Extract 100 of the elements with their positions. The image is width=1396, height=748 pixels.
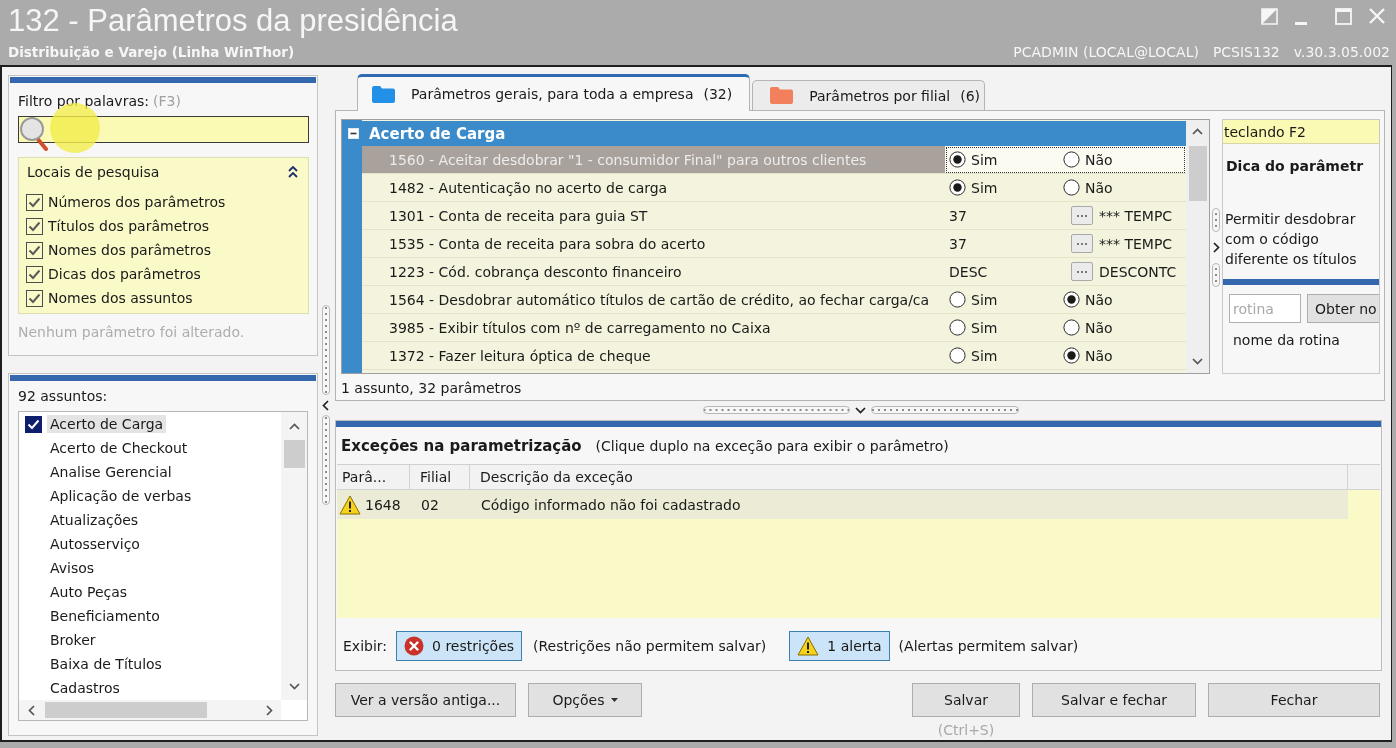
checkbox-label: Dicas dos parâmetros <box>48 266 201 282</box>
tab[interactable]: Parâmetros por filial (6) <box>752 80 985 110</box>
value-description: DESCONTC <box>1099 263 1177 280</box>
parameter-name[interactable]: 1482 - Autenticação no acerto de carga <box>389 179 668 196</box>
checkbox[interactable] <box>26 217 43 235</box>
chevron-up-icon[interactable] <box>288 422 300 430</box>
vertical-scrollbar[interactable] <box>281 412 307 700</box>
action-button[interactable]: Salvar e fechar <box>1032 683 1196 717</box>
action-button[interactable]: Fechar <box>1208 683 1380 717</box>
list-item[interactable]: Atualizações <box>47 511 142 529</box>
option-label: Não <box>1085 347 1113 364</box>
checkbox[interactable] <box>25 415 42 433</box>
ellipsis-icon <box>1076 241 1088 246</box>
list-item[interactable]: Aplicação de verbas <box>47 487 195 505</box>
scrollbar-thumb[interactable] <box>45 702 207 718</box>
filter-label: Filtro por palavras: <box>18 93 149 109</box>
lookup-button[interactable] <box>1071 234 1093 253</box>
routine-code: PCSIS132 <box>1212 44 1280 60</box>
filter-toggle-button[interactable]: 0 restrições <box>396 631 523 661</box>
option-label: Não <box>1085 151 1113 168</box>
splitter-grip[interactable] <box>1212 208 1220 232</box>
menu-button[interactable]: Opções <box>528 683 642 717</box>
chevron-right-icon[interactable] <box>1212 242 1220 253</box>
tab[interactable]: Parâmetros gerais, para toda a empresa (32) <box>357 74 751 111</box>
column-header: Parâ... <box>342 469 387 485</box>
option-label: Não <box>1085 319 1113 336</box>
scrollbar-thumb[interactable] <box>1188 146 1207 201</box>
option-label: Sim <box>971 347 998 364</box>
action-button[interactable]: Salvar <box>912 683 1020 717</box>
radio-button[interactable] <box>1063 151 1080 168</box>
parameter-name[interactable]: 3985 - Exibir títulos com nº de carregamento no Caixa <box>389 319 771 336</box>
lookup-button[interactable] <box>1071 262 1093 281</box>
radio-button[interactable] <box>1063 291 1080 308</box>
scrollbar-thumb[interactable] <box>283 440 305 468</box>
radio-button[interactable] <box>949 179 966 196</box>
list-item[interactable]: Acerto de Carga <box>47 415 167 433</box>
shortcut-hint: (Ctrl+S) <box>937 722 995 738</box>
lookup-button[interactable] <box>1071 206 1093 225</box>
horizontal-scrollbar[interactable] <box>19 700 281 720</box>
list-item[interactable]: Autosserviço <box>47 535 143 553</box>
list-item[interactable]: Broker <box>47 631 99 649</box>
chevron-down-icon[interactable] <box>855 406 866 414</box>
table-cell: 02 <box>421 496 439 513</box>
checkbox[interactable] <box>26 265 43 283</box>
radio-button[interactable] <box>949 291 966 308</box>
user-info: PCADMIN (LOCAL@LOCAL) <box>1013 44 1199 60</box>
list-item[interactable]: Cadastros <box>47 679 123 697</box>
splitter-grip[interactable] <box>321 415 330 505</box>
radio-button[interactable] <box>1063 319 1080 336</box>
chevron-up-icon[interactable] <box>1192 128 1203 135</box>
parameter-name[interactable]: 1372 - Fazer leitura óptica de cheque <box>389 347 651 364</box>
version-text: v.30.3.05.002 <box>1293 44 1390 60</box>
splitter-grip[interactable] <box>871 406 1019 414</box>
parameter-name[interactable]: 1223 - Cód. cobrança desconto financeiro <box>389 263 682 280</box>
ellipsis-icon <box>1076 213 1088 218</box>
radio-button[interactable] <box>1063 179 1080 196</box>
option-label: Sim <box>971 291 998 308</box>
parameter-name[interactable]: 1535 - Conta de receita para sobra do acerto <box>389 235 706 252</box>
option-label: Não <box>1085 179 1113 196</box>
radio-button[interactable] <box>949 319 966 336</box>
minus-box-icon[interactable] <box>348 128 359 139</box>
splitter-grip[interactable] <box>1212 263 1220 287</box>
action-button[interactable]: Ver a versão antiga... <box>335 683 516 717</box>
radio-button[interactable] <box>949 151 966 168</box>
subject-count: 92 assuntos: <box>18 388 108 404</box>
chevron-right-icon[interactable] <box>265 704 273 716</box>
parameter-name[interactable]: 1301 - Conta de receita para guia ST <box>389 207 648 224</box>
radio-button[interactable] <box>1063 347 1080 364</box>
table-cell: Código informado não foi cadastrado <box>481 496 741 513</box>
caret-down-icon <box>610 698 618 702</box>
checkbox-label: Nomes dos parâmetros <box>48 242 212 258</box>
chevron-left-icon[interactable] <box>322 399 329 411</box>
list-item[interactable]: Auto Peças <box>47 583 131 601</box>
list-item[interactable]: Analise Gerencial <box>47 463 175 481</box>
checkbox[interactable] <box>26 289 43 307</box>
option-label: Sim <box>971 151 998 168</box>
value-description: *** TEMPC <box>1099 235 1173 252</box>
error-icon <box>404 636 425 656</box>
splitter-grip[interactable] <box>321 305 330 395</box>
checkbox[interactable] <box>26 193 43 211</box>
section-title: Exceções na parametrização <box>341 436 582 455</box>
list-item[interactable]: Baixa de Títulos <box>47 655 165 673</box>
routine-field[interactable]: rotina <box>1229 294 1301 323</box>
list-item[interactable]: Avisos <box>47 559 98 577</box>
splitter-grip[interactable] <box>703 406 850 414</box>
filter-toggle-button[interactable]: 1 alerta <box>789 631 890 661</box>
chevron-down-icon[interactable] <box>288 682 300 690</box>
chevron-down-icon[interactable] <box>1192 358 1203 365</box>
option-label: Sim <box>971 179 998 196</box>
radio-button[interactable] <box>949 347 966 364</box>
list-item[interactable]: Beneficiamento <box>47 607 163 625</box>
lookup-routine-button[interactable]: Obter no <box>1307 294 1379 323</box>
chevron-left-icon[interactable] <box>27 704 35 716</box>
checkbox[interactable] <box>26 241 43 259</box>
parameter-value: DESC <box>949 263 988 280</box>
list-item[interactable]: Acerto de Checkout <box>47 439 191 457</box>
parameter-name[interactable]: 1564 - Desdobrar automático títulos de cartão de crédito, ao fechar carga/ca <box>389 291 930 308</box>
vertical-scrollbar[interactable] <box>1186 120 1209 373</box>
double-chevron-up-icon[interactable] <box>288 166 298 178</box>
shortcut-hint: (F3) <box>153 93 181 109</box>
